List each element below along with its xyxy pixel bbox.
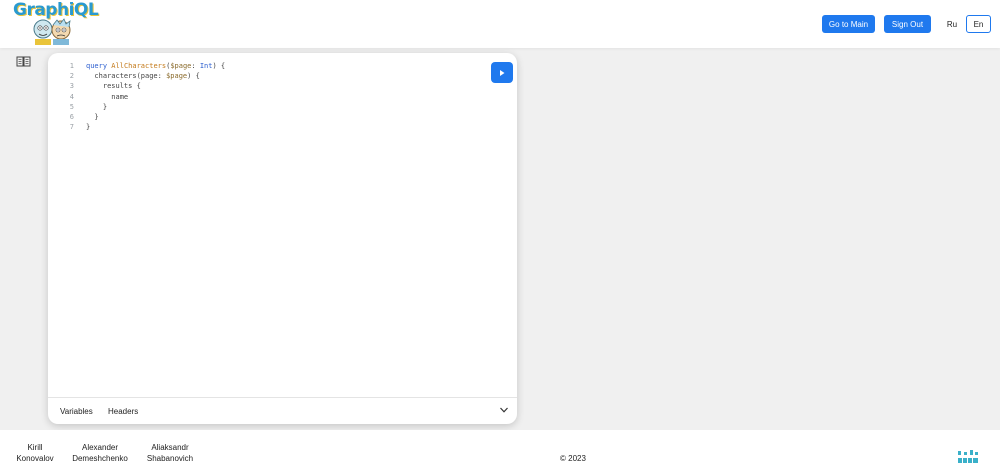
code-line: 6 }	[48, 112, 488, 122]
graphiql-logo[interactable]: GraphiQL	[13, 0, 99, 46]
code-line: 4 name	[48, 92, 488, 102]
sign-out-button[interactable]: Sign Out	[884, 15, 931, 33]
line-number: 6	[69, 112, 74, 121]
editor-tools-bar: Variables Headers	[48, 397, 517, 424]
code-line: 7 }	[48, 122, 488, 132]
app-header: GraphiQL Go to Main Sign Out Ru En	[0, 0, 1000, 48]
logo-characters-icon	[33, 18, 71, 45]
code-text: name	[86, 92, 129, 101]
code-text: }	[86, 102, 108, 111]
lang-ru-button[interactable]: Ru	[941, 15, 963, 33]
code-line: 2 characters(page: $page) {	[48, 71, 488, 81]
author-last-name: Konovalov	[16, 454, 54, 463]
docs-book-icon[interactable]	[16, 55, 31, 67]
code-text: query AllCharacters($page: Int) {	[86, 62, 226, 70]
chevron-down-icon[interactable]	[499, 406, 509, 414]
line-number: 7	[69, 123, 74, 132]
author-link[interactable]: Aliaksandr Shabanovich	[140, 442, 200, 464]
go-to-main-button[interactable]: Go to Main	[822, 15, 875, 33]
author-link[interactable]: Alexander Demeshchenko	[66, 442, 134, 464]
tab-variables[interactable]: Variables	[60, 407, 93, 416]
line-number: 5	[69, 102, 74, 111]
code-line: 3 results {	[48, 81, 488, 91]
code-line: 5 }	[48, 102, 488, 112]
query-editor-card: 1 query AllCharacters($page: Int) { 2 ch…	[48, 53, 517, 424]
app-footer: Kirill Konovalov Alexander Demeshchenko …	[0, 430, 1000, 475]
author-link[interactable]: Kirill Konovalov	[12, 442, 58, 464]
play-icon	[500, 69, 505, 76]
code-text: characters(page: $page) {	[86, 72, 200, 81]
line-number: 4	[69, 92, 74, 101]
code-text: }	[86, 123, 91, 132]
author-last-name: Shabanovich	[146, 454, 194, 463]
author-first-name: Aliaksandr	[151, 443, 189, 452]
lang-en-button[interactable]: En	[966, 15, 991, 33]
run-query-button[interactable]	[491, 62, 513, 83]
line-number: 2	[69, 72, 74, 81]
line-number: 1	[69, 62, 74, 70]
tab-headers[interactable]: Headers	[108, 407, 138, 416]
rs-school-logo-icon[interactable]	[957, 449, 979, 465]
code-text: results {	[86, 82, 141, 91]
author-first-name: Kirill	[27, 443, 43, 452]
query-editor[interactable]: 1 query AllCharacters($page: Int) { 2 ch…	[48, 61, 488, 132]
author-first-name: Alexander	[81, 443, 119, 452]
code-line: 1 query AllCharacters($page: Int) {	[48, 61, 488, 71]
code-text: }	[86, 112, 99, 121]
author-last-name: Demeshchenko	[72, 454, 128, 463]
copyright-text: © 2023	[560, 454, 586, 463]
line-number: 3	[69, 82, 74, 91]
